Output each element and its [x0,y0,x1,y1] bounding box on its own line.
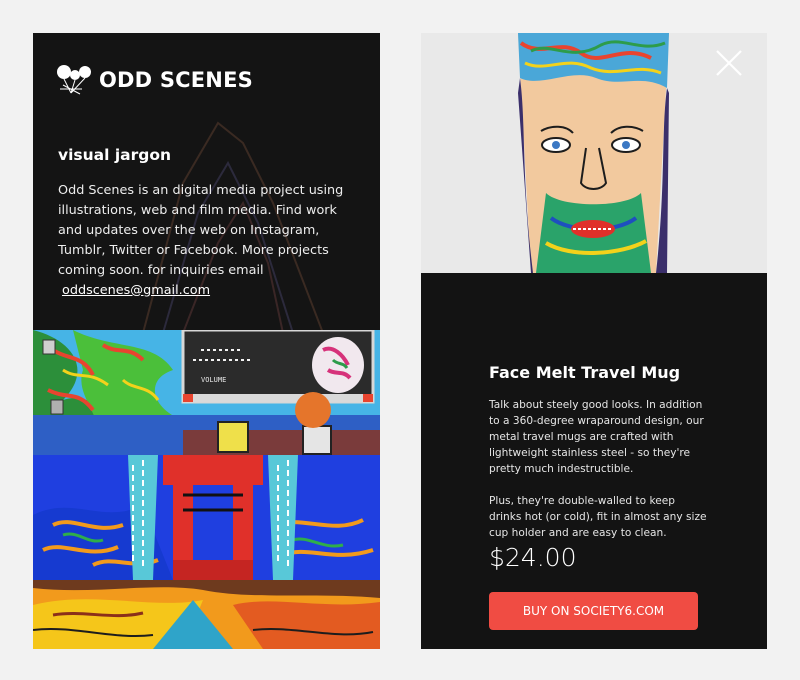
close-icon [716,50,742,76]
balloons-logo-icon [57,65,91,95]
close-button[interactable] [713,47,745,79]
product-image [421,33,767,273]
odd-scenes-panel: ODD SCENES visual jargon Odd Scenes is a… [33,33,380,649]
tagline-heading: visual jargon [58,146,172,164]
brand-name: ODD SCENES [99,68,253,92]
window-label: VOLUME [201,376,226,384]
description-paragraph: Talk about steely good looks. In additio… [489,399,704,475]
product-modal: Face Melt Travel Mug Talk about steely g… [421,33,767,649]
artwork-terrain-scene [33,580,380,649]
about-text: Odd Scenes is an digital media project u… [58,181,363,301]
product-price: $24.00 [489,543,577,572]
description-paragraph: Plus, they're double-walled to keep drin… [489,495,707,539]
artwork-desktop-scene: VOLUME [33,330,380,455]
email-link[interactable]: oddscenes@gmail.com [62,283,210,298]
product-description: Talk about steely good looks. In additio… [489,397,707,557]
product-title: Face Melt Travel Mug [489,363,681,382]
artwork-temple-scene [33,455,380,580]
about-paragraph: Odd Scenes is an digital media project u… [58,183,344,278]
brand-logo[interactable]: ODD SCENES [55,63,253,97]
buy-button[interactable]: BUY ON SOCIETY6.COM [489,592,698,630]
